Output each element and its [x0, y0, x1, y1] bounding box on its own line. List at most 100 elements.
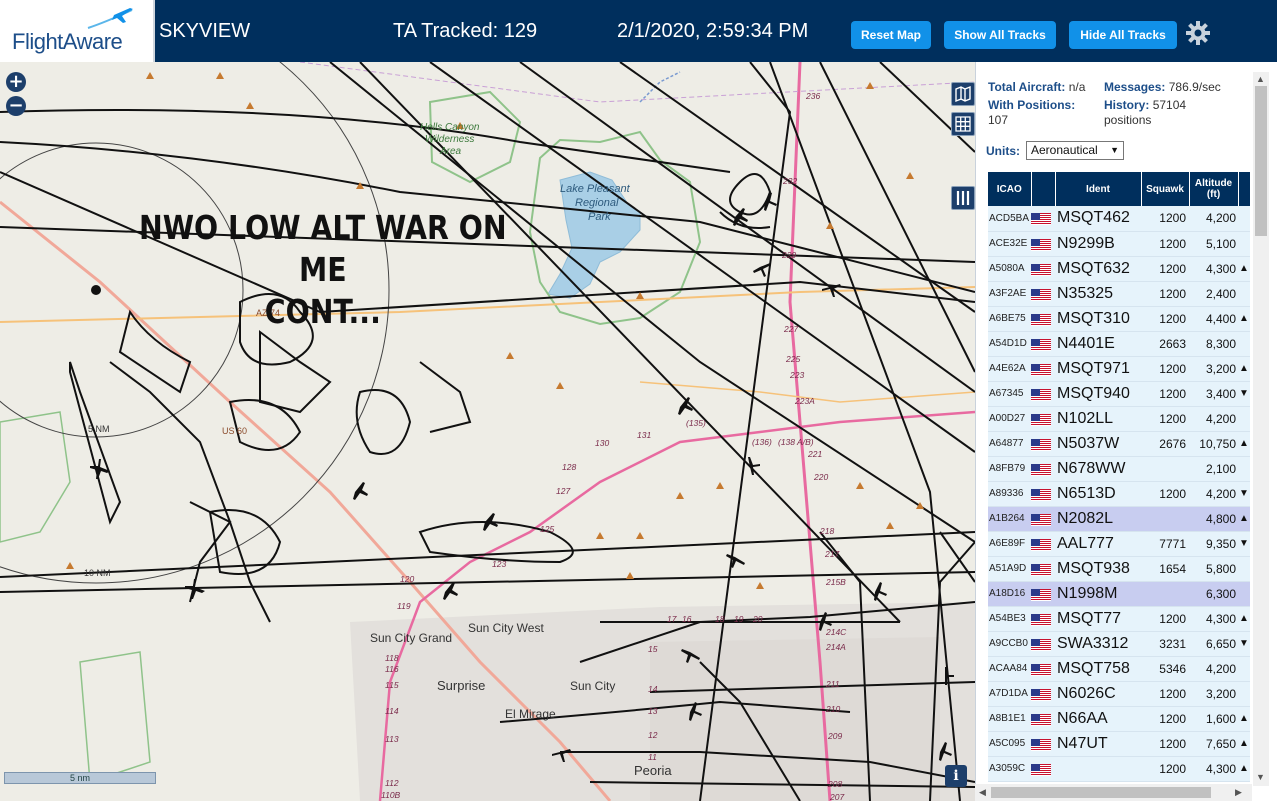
- reset-map-button[interactable]: Reset Map: [851, 21, 931, 49]
- exit-label: 236: [805, 91, 820, 101]
- exit-label: 119: [397, 601, 411, 611]
- exit-label: 211: [825, 679, 840, 689]
- table-row[interactable]: ACD5BA MSQT462 1200 4,200: [988, 206, 1250, 232]
- squawk-cell: 2663: [1141, 331, 1189, 357]
- icao-cell: ACD5BA: [988, 206, 1031, 232]
- column-header-flag[interactable]: [1031, 172, 1056, 206]
- map-layer-button[interactable]: [951, 82, 975, 106]
- show-all-tracks-button[interactable]: Show All Tracks: [944, 21, 1056, 49]
- table-row[interactable]: A1B264 N2082L 4,800 ▲: [988, 506, 1250, 532]
- aircraft-table-body: ACD5BA MSQT462 1200 4,200 ACE32E N9299B 1200 5,…: [988, 206, 1250, 782]
- squawk-cell: [1141, 506, 1189, 532]
- header-bar: FlightAware SKYVIEW TA Tracked: 129 2/1/…: [0, 0, 1277, 62]
- table-row[interactable]: A18D16 N1998M 6,300: [988, 581, 1250, 607]
- ident-cell: MSQT462: [1055, 206, 1141, 232]
- altitude-cell: 8,300: [1189, 331, 1238, 357]
- ident-cell: N678WW: [1055, 456, 1141, 482]
- table-row[interactable]: A67345 MSQT940 1200 3,400 ▼: [988, 381, 1250, 407]
- ident-cell: N6026C: [1055, 681, 1141, 707]
- info-icon[interactable]: i: [945, 765, 967, 787]
- flag-icon: [1031, 388, 1051, 401]
- column-header-icao[interactable]: ICAO: [988, 172, 1032, 206]
- altitude-cell: 2,100: [1189, 456, 1238, 482]
- table-row[interactable]: A54BE3 MSQT77 1200 4,300 ▲: [988, 606, 1250, 632]
- flag-icon: [1031, 413, 1051, 426]
- map-layer-icon: [955, 85, 971, 103]
- annotation-overlay-text: NWO LOW ALT WAR ON ME CONT...: [125, 207, 521, 333]
- table-row[interactable]: A8FB79 N678WW 2,100: [988, 456, 1250, 482]
- table-row[interactable]: A6E89F AAL777 7771 9,350 ▼: [988, 531, 1250, 557]
- grid-area: [650, 637, 940, 801]
- receiver-site: [91, 285, 101, 295]
- exit-label: 11: [648, 752, 657, 762]
- map-canvas[interactable]: Hells Canyon Wilderness Area Lake Pleasa…: [0, 62, 975, 801]
- icao-cell: A9CCB0: [988, 631, 1031, 657]
- columns-toggle-button[interactable]: [951, 186, 975, 210]
- table-row[interactable]: A51A9D MSQT938 1654 5,800: [988, 556, 1250, 582]
- squawk-cell: 1200: [1141, 731, 1189, 757]
- exit-label: 130: [595, 438, 609, 448]
- exit-label: 15: [648, 644, 658, 654]
- table-row[interactable]: A9CCB0 SWA3312 3231 6,650 ▼: [988, 631, 1250, 657]
- vertical-scrollbar[interactable]: ▲ ▼: [1253, 72, 1269, 786]
- horizontal-scroll-thumb[interactable]: [991, 787, 1211, 798]
- flag-icon: [1031, 313, 1051, 326]
- altitude-cell: 9,350: [1189, 531, 1238, 557]
- airplane-icon: [874, 582, 887, 601]
- scroll-right-icon[interactable]: ▶: [1235, 787, 1242, 798]
- scroll-left-icon[interactable]: ◀: [979, 787, 986, 798]
- flag-icon: [1031, 488, 1051, 501]
- scroll-up-icon[interactable]: ▲: [1256, 74, 1265, 84]
- flag-cell: [1031, 581, 1055, 607]
- flightaware-logo[interactable]: FlightAware: [0, 0, 155, 62]
- flag-cell: [1031, 506, 1055, 532]
- column-header-squawk[interactable]: Squawk: [1141, 172, 1190, 206]
- flag-cell: [1031, 531, 1055, 557]
- table-row[interactable]: A6BE75 MSQT310 1200 4,400 ▲: [988, 306, 1250, 332]
- trend-icon: [1238, 581, 1250, 607]
- table-row[interactable]: A00D27 N102LL 1200 4,200: [988, 406, 1250, 432]
- table-row[interactable]: ACE32E N9299B 1200 5,100: [988, 231, 1250, 257]
- icao-cell: A8FB79: [988, 456, 1031, 482]
- exit-label: 112: [385, 778, 399, 788]
- table-row[interactable]: A5080A MSQT632 1200 4,300 ▲: [988, 256, 1250, 282]
- hide-all-tracks-button[interactable]: Hide All Tracks: [1069, 21, 1177, 49]
- exit-label: 215B: [825, 577, 846, 587]
- table-row[interactable]: A54D1D N4401E 2663 8,300: [988, 331, 1250, 357]
- table-row[interactable]: ACAA84 MSQT758 5346 4,200: [988, 656, 1250, 682]
- scroll-down-icon[interactable]: ▼: [1256, 772, 1265, 782]
- map-label: Wilderness: [425, 134, 474, 145]
- squawk-cell: 1200: [1141, 706, 1189, 732]
- trend-icon: [1238, 456, 1250, 482]
- zoom-out-button[interactable]: −: [6, 96, 26, 116]
- zoom-in-button[interactable]: +: [6, 72, 26, 92]
- table-row[interactable]: A64877 N5037W 2676 10,750 ▲: [988, 431, 1250, 457]
- squawk-cell: [1141, 456, 1189, 482]
- column-header-altitude[interactable]: Altitude (ft): [1189, 172, 1239, 206]
- columns-icon: [956, 191, 970, 205]
- squawk-cell: 1200: [1141, 381, 1189, 407]
- scroll-thumb[interactable]: [1255, 86, 1267, 236]
- gear-icon[interactable]: [1185, 20, 1211, 46]
- squawk-cell: 1200: [1141, 681, 1189, 707]
- grid-toggle-button[interactable]: [951, 112, 975, 136]
- units-select[interactable]: Aeronautical: [1026, 141, 1124, 160]
- trend-icon: [1238, 206, 1250, 232]
- table-row[interactable]: A8B1E1 N66AA 1200 1,600 ▲: [988, 706, 1250, 732]
- stat-value: n/a: [1068, 80, 1086, 94]
- horizontal-scrollbar[interactable]: ◀ ▶: [975, 784, 1252, 801]
- column-header-ident[interactable]: Ident: [1055, 172, 1142, 206]
- table-row[interactable]: A5C095 N47UT 1200 7,650 ▲: [988, 731, 1250, 757]
- table-row[interactable]: A3F2AE N35325 1200 2,400: [988, 281, 1250, 307]
- exit-label: 225: [785, 354, 800, 364]
- messages-stat: Messages: 786.9/sec: [1104, 80, 1221, 95]
- table-row[interactable]: A4E62A MSQT971 1200 3,200 ▲: [988, 356, 1250, 382]
- flag-cell: [1031, 556, 1055, 582]
- table-row[interactable]: A89336 N6513D 1200 4,200 ▼: [988, 481, 1250, 507]
- ident-cell: N4401E: [1055, 331, 1141, 357]
- table-row[interactable]: A3059C 1200 4,300 ▲: [988, 756, 1250, 782]
- map-view[interactable]: Hells Canyon Wilderness Area Lake Pleasa…: [0, 62, 975, 801]
- table-row[interactable]: A7D1DA N6026C 1200 3,200: [988, 681, 1250, 707]
- column-header-trend[interactable]: [1238, 172, 1250, 206]
- icao-cell: A54D1D: [988, 331, 1031, 357]
